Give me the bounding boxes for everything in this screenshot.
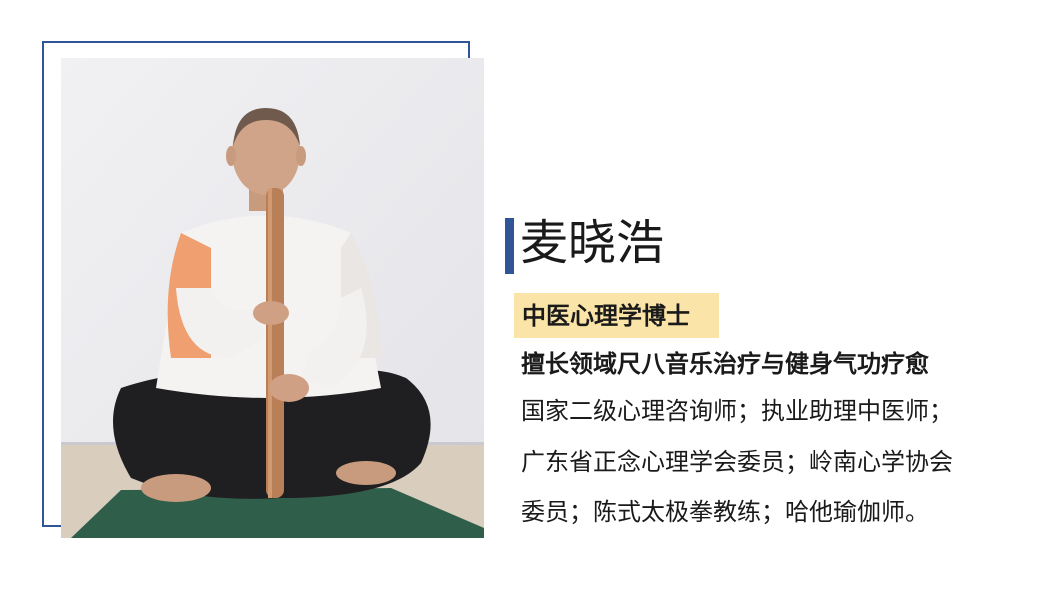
person-name: 麦晓浩: [520, 215, 665, 271]
credential-line: 广东省正念心理学会委员；岭南心学协会: [521, 448, 953, 476]
specialty-text: 擅长领域尺八音乐治疗与健身气功疗愈: [521, 349, 929, 378]
credential-line: 国家二级心理咨询师；执业助理中医师；: [521, 397, 953, 425]
name-accent-bar: [505, 218, 514, 274]
credential-line: 委员；陈式太极拳教练；哈他瑜伽师。: [521, 498, 929, 526]
portrait-photo: [61, 58, 484, 538]
academic-title: 中医心理学博士: [522, 301, 690, 330]
